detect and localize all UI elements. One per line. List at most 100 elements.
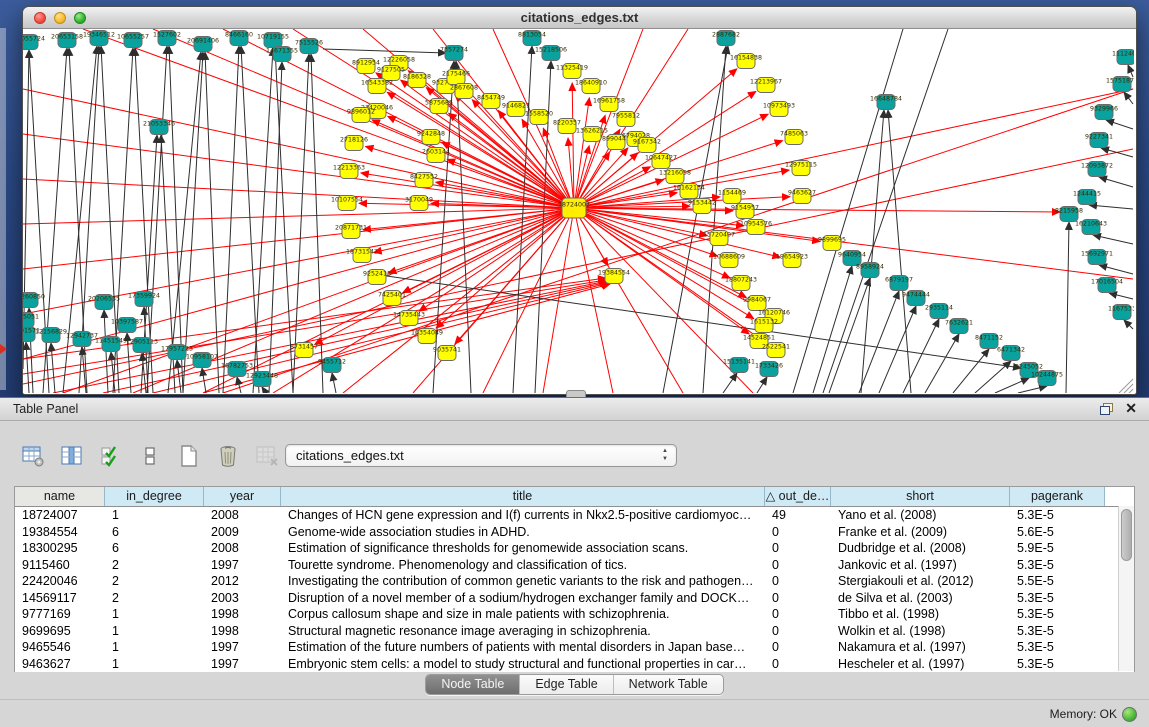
network-node[interactable]: 9463627	[788, 189, 816, 204]
table-cell[interactable]: 0	[765, 573, 831, 590]
network-node[interactable]: 9984067	[743, 296, 771, 311]
table-row[interactable]: 911546021997Tourette syndrome. Phenomeno…	[15, 557, 1134, 574]
network-node[interactable]: 12213967	[750, 78, 782, 93]
network-node[interactable]: 10655257	[117, 33, 149, 48]
network-node[interactable]: 1112467	[1112, 50, 1134, 65]
table-cell[interactable]: 1998	[204, 606, 281, 623]
float-panel-icon[interactable]	[1100, 403, 1113, 415]
table-cell[interactable]: 5.3E-5	[1010, 656, 1105, 673]
network-node[interactable]: 12093872	[1081, 162, 1113, 177]
network-node[interactable]: 1244415	[1073, 190, 1101, 205]
network-node[interactable]: 19654923	[776, 253, 808, 268]
network-node[interactable]: 16648784	[870, 95, 902, 110]
table-cell[interactable]: 5.3E-5	[1010, 557, 1105, 574]
table-cell[interactable]: 0	[765, 524, 831, 541]
table-cell[interactable]: 22420046	[15, 573, 105, 590]
network-node[interactable]: 10719155	[257, 33, 289, 48]
network-node[interactable]: 13216058	[659, 169, 691, 184]
table-cell[interactable]: de Silva et al. (2003)	[831, 590, 1010, 607]
network-node[interactable]: 15751874	[1106, 77, 1134, 92]
scrollbar-thumb[interactable]	[1121, 509, 1132, 561]
table-cell[interactable]: 18724007	[15, 507, 105, 524]
table-cell[interactable]: 1998	[204, 623, 281, 640]
table-cell[interactable]: 0	[765, 540, 831, 557]
table-cell[interactable]: Tourette syndrome. Phenomenology and cla…	[281, 557, 765, 574]
network-node[interactable]: 2935114	[925, 304, 953, 319]
vertical-scrollbar[interactable]	[1118, 506, 1134, 671]
table-cell[interactable]: Corpus callosum shape and size in male p…	[281, 606, 765, 623]
network-node[interactable]: 12942737	[66, 332, 98, 347]
table-cell[interactable]: 5.3E-5	[1010, 639, 1105, 656]
table-cell[interactable]: 2008	[204, 540, 281, 557]
network-node[interactable]: 9391571	[23, 327, 40, 342]
network-node[interactable]: 7955812	[612, 112, 640, 127]
network-node[interactable]: 15135141	[723, 358, 755, 373]
column-header-short[interactable]: short	[831, 487, 1010, 506]
network-node[interactable]: 20691406	[187, 37, 219, 52]
network-node[interactable]: 18731542	[346, 248, 378, 263]
network-node[interactable]: 6471342	[997, 346, 1025, 361]
network-node[interactable]: 7515526	[295, 39, 323, 54]
table-cell[interactable]: Stergiakouli et al. (2012)	[831, 573, 1010, 590]
network-node[interactable]: 9395051	[23, 313, 39, 328]
network-node[interactable]: 17016504	[1091, 278, 1123, 293]
table-cell[interactable]: Wolkin et al. (1998)	[831, 623, 1010, 640]
row-height-icon[interactable]	[137, 443, 163, 469]
network-node[interactable]: 9329966	[1090, 105, 1118, 120]
column-header-in_degree[interactable]: in_degree	[105, 487, 204, 506]
table-cell[interactable]: 2	[105, 590, 204, 607]
table-cell[interactable]: 1	[105, 606, 204, 623]
network-node[interactable]: 1558520	[525, 110, 553, 125]
network-node[interactable]: 15720407	[703, 231, 735, 246]
table-selector-dropdown[interactable]: citations_edges.txt ▲▼	[285, 444, 677, 467]
network-node[interactable]: 26260850	[23, 293, 45, 308]
table-row[interactable]: 946362711997Embryonic stem cells: a mode…	[15, 656, 1134, 673]
table-cell[interactable]: 1997	[204, 656, 281, 673]
network-node[interactable]: 17359924	[128, 292, 160, 307]
table-cell[interactable]: 49	[765, 507, 831, 524]
network-node[interactable]: 9252418	[363, 270, 391, 285]
delete-column-icon[interactable]	[254, 443, 280, 469]
network-node[interactable]: 1167533	[1108, 305, 1134, 320]
table-cell[interactable]: 5.3E-5	[1010, 507, 1105, 524]
table-row[interactable]: 969969511998Structural magnetic resonanc…	[15, 623, 1134, 640]
table-cell[interactable]: Disruption of a novel member of a sodium…	[281, 590, 765, 607]
table-cell[interactable]: 14569117	[15, 590, 105, 607]
table-row[interactable]: 1872400712008Changes of HCN gene express…	[15, 507, 1134, 524]
table-cell[interactable]: 5.6E-5	[1010, 524, 1105, 541]
table-row[interactable]: 2242004622012Investigating the contribut…	[15, 573, 1134, 590]
network-node[interactable]: 9167342	[633, 138, 661, 153]
tab-edge-table[interactable]: Edge Table	[519, 675, 612, 694]
network-node[interactable]: 8215958	[1055, 207, 1083, 222]
network-node[interactable]: 1527602	[153, 31, 181, 46]
network-node[interactable]: 8731457	[290, 343, 318, 358]
table-cell[interactable]: 2003	[204, 590, 281, 607]
network-canvas[interactable]: 2405572420653158193465121065525715276022…	[23, 29, 1134, 393]
panel-close-icon[interactable]: ✕	[1125, 400, 1137, 417]
network-node[interactable]: 8813054	[518, 31, 546, 46]
column-header-name[interactable]: name	[15, 487, 105, 506]
table-cell[interactable]: Franke et al. (2009)	[831, 524, 1010, 541]
table-cell[interactable]: 2	[105, 573, 204, 590]
network-node[interactable]: 10647427	[645, 154, 677, 169]
table-cell[interactable]: Structural magnetic resonance image aver…	[281, 623, 765, 640]
network-node[interactable]: 19346512	[83, 31, 115, 46]
table-cell[interactable]: Dudbridge et al. (2008)	[831, 540, 1010, 557]
table-cell[interactable]: Investigating the contribution of common…	[281, 573, 765, 590]
table-cell[interactable]: Nakamura et al. (1997)	[831, 639, 1010, 656]
network-node[interactable]: 18640910	[575, 79, 607, 94]
network-node[interactable]: 15218506	[535, 46, 567, 61]
network-node[interactable]: 10688609	[713, 253, 745, 268]
table-cell[interactable]: 0	[765, 557, 831, 574]
network-node[interactable]: 16961758	[593, 97, 625, 112]
network-node[interactable]: 8454749	[477, 94, 505, 109]
table-cell[interactable]: 6	[105, 540, 204, 557]
network-node[interactable]: 2522541	[762, 343, 790, 358]
table-cell[interactable]: Tibbo et al. (1998)	[831, 606, 1010, 623]
network-node[interactable]: 16543382	[361, 79, 393, 94]
network-node[interactable]: 2603144	[422, 148, 450, 163]
network-node[interactable]: 8958924	[856, 263, 884, 278]
network-node[interactable]: 16154838	[730, 54, 762, 69]
table-cell[interactable]: 1	[105, 507, 204, 524]
network-node[interactable]: 16354049	[411, 329, 443, 344]
